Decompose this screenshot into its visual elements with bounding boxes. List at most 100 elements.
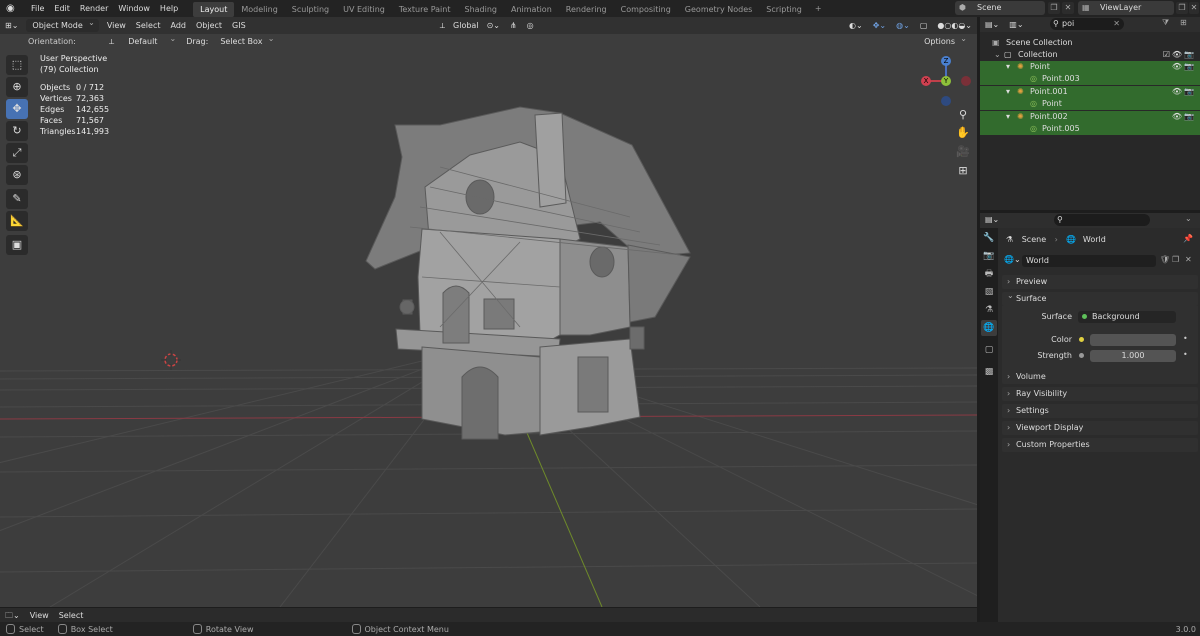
delete-scene-button[interactable]: ✕ bbox=[1062, 2, 1074, 14]
viewport-menu-view[interactable]: View bbox=[102, 17, 131, 34]
outliner-row-point-002[interactable]: ▾ ✺ Point.002 👁 📷 bbox=[980, 111, 1200, 123]
footer-view-menu[interactable]: View bbox=[25, 607, 54, 624]
tab-modeling[interactable]: Modeling bbox=[234, 2, 284, 17]
scale-icon[interactable]: ⤢ bbox=[6, 143, 28, 163]
panel-volume[interactable]: Volume bbox=[1002, 370, 1198, 384]
unlink-icon[interactable]: ✕ bbox=[1185, 255, 1192, 264]
camera-view-icon[interactable]: 🎥 bbox=[955, 144, 971, 160]
new-view-layer-button[interactable]: ❐ bbox=[1176, 2, 1188, 14]
eye-icon[interactable]: 👁 bbox=[1172, 49, 1182, 61]
world-datablock-icon[interactable]: 🌐⌄ bbox=[1004, 255, 1021, 264]
perspective-grid-icon[interactable]: ⊞ bbox=[955, 163, 971, 179]
clear-search-icon[interactable]: ✕ bbox=[1113, 18, 1120, 30]
tab-compositing[interactable]: Compositing bbox=[614, 2, 678, 17]
color-swatch[interactable] bbox=[1090, 334, 1176, 346]
expand-icon[interactable]: ▾ bbox=[1006, 61, 1010, 73]
tab-geometry-nodes[interactable]: Geometry Nodes bbox=[678, 2, 759, 17]
zoom-icon[interactable]: ⚲ bbox=[955, 107, 971, 123]
tab-layout[interactable]: Layout bbox=[193, 1, 235, 17]
snap-icon[interactable]: ⋔ bbox=[505, 17, 522, 34]
panel-viewport-display[interactable]: Viewport Display bbox=[1002, 421, 1198, 435]
fake-user-icon[interactable]: 🛡 bbox=[1160, 255, 1170, 264]
menu-file[interactable]: File bbox=[26, 0, 49, 17]
tab-animation[interactable]: Animation bbox=[504, 2, 559, 17]
overlays-icon[interactable]: ◍⌄ bbox=[891, 17, 915, 34]
outliner-row-collection[interactable]: ⌄ ▢ Collection ☑ 👁 📷 bbox=[980, 49, 1200, 61]
outliner-search-input[interactable]: ⚲ poi ✕ bbox=[1050, 18, 1124, 30]
measure-icon[interactable]: 📐 bbox=[6, 211, 28, 231]
navigation-gizmo[interactable]: Z X Y bbox=[914, 53, 974, 113]
checkbox-icon[interactable]: ☑ bbox=[1163, 49, 1170, 61]
footer-select-menu[interactable]: Select bbox=[54, 607, 89, 624]
strength-field[interactable]: 1.000 bbox=[1090, 350, 1176, 362]
outliner-editor-icon[interactable]: ▤⌄ bbox=[980, 16, 1004, 33]
new-collection-icon[interactable]: ⊞ bbox=[1180, 18, 1187, 27]
pin-icon[interactable]: 📌 bbox=[1183, 234, 1193, 243]
panel-preview[interactable]: Preview bbox=[1002, 275, 1198, 289]
gizmo-z-axis[interactable]: Z bbox=[941, 56, 951, 66]
view-layer-selector[interactable]: ▦ ViewLayer bbox=[1078, 1, 1174, 15]
tab-sculpting[interactable]: Sculpting bbox=[285, 2, 336, 17]
gizmo-neg-x-axis[interactable] bbox=[961, 76, 971, 86]
blender-logo-icon[interactable]: ◉ bbox=[6, 3, 20, 15]
gizmo-x-axis[interactable]: X bbox=[921, 76, 931, 86]
viewport-menu-gis[interactable]: GIS bbox=[227, 17, 251, 34]
expand-icon[interactable]: ▾ bbox=[1006, 111, 1010, 123]
tab-shading[interactable]: Shading bbox=[457, 2, 504, 17]
mode-selector[interactable]: Object Mode bbox=[26, 17, 99, 32]
render-tab-icon[interactable]: 📷 bbox=[981, 248, 997, 264]
panel-custom-properties[interactable]: Custom Properties bbox=[1002, 438, 1198, 452]
scene-tab-icon[interactable]: ⚗ bbox=[981, 302, 997, 318]
outliner-row-point-001[interactable]: ▾ ✺ Point.001 👁 📷 bbox=[980, 86, 1200, 98]
scene-selector[interactable]: ⬢ Scene bbox=[955, 1, 1045, 15]
new-scene-button[interactable]: ❐ bbox=[1048, 2, 1060, 14]
tab-scripting[interactable]: Scripting bbox=[759, 2, 809, 17]
duplicate-icon[interactable]: ❐ bbox=[1172, 255, 1179, 264]
pan-hand-icon[interactable]: ✋ bbox=[955, 125, 971, 141]
display-mode-icon[interactable]: ▥⌄ bbox=[1004, 16, 1028, 33]
shading-solid-icon[interactable]: ●○◐◒⌄ bbox=[932, 17, 977, 34]
add-cube-icon[interactable]: ▣ bbox=[6, 235, 28, 255]
menu-help[interactable]: Help bbox=[155, 0, 183, 17]
menu-edit[interactable]: Edit bbox=[49, 0, 75, 17]
tab-uv-editing[interactable]: UV Editing bbox=[336, 2, 392, 17]
eye-icon[interactable]: 👁 bbox=[1172, 61, 1182, 73]
strength-keyframe-icon[interactable]: • bbox=[1183, 350, 1188, 359]
surface-shader-field[interactable]: Background bbox=[1078, 311, 1176, 323]
pivot-point-icon[interactable]: ⊙⌄ bbox=[482, 17, 505, 34]
gizmo-toggle-icon[interactable]: ✥⌄ bbox=[868, 17, 891, 34]
outliner-row-scene-collection[interactable]: ▣ Scene Collection bbox=[980, 37, 1200, 49]
transform-icon[interactable]: ⊛ bbox=[6, 165, 28, 185]
world-tab-icon[interactable]: 🌐 bbox=[981, 320, 997, 336]
xray-icon[interactable]: ▢ bbox=[915, 17, 933, 34]
properties-search-input[interactable]: ⚲ bbox=[1054, 214, 1150, 226]
eye-icon[interactable]: 👁 bbox=[1172, 86, 1182, 98]
rotate-icon[interactable]: ↻ bbox=[6, 121, 28, 141]
options-button[interactable]: Options bbox=[918, 32, 971, 48]
texture-tab-icon[interactable]: ▩ bbox=[981, 364, 997, 380]
camera-icon[interactable]: 📷 bbox=[1184, 49, 1194, 61]
footer-editor-icon[interactable]: 🗀⌄ bbox=[0, 607, 25, 624]
tab-texture-paint[interactable]: Texture Paint bbox=[392, 2, 458, 17]
outliner-row-point-data[interactable]: ◎ Point bbox=[980, 98, 1200, 110]
panel-surface[interactable]: Surface bbox=[1002, 289, 1198, 306]
tool-tab-icon[interactable]: 🔧 bbox=[981, 230, 997, 246]
eye-icon[interactable]: 👁 bbox=[1172, 111, 1182, 123]
gizmo-y-axis[interactable]: Y bbox=[941, 76, 951, 86]
collection-tab-icon[interactable]: ▢ bbox=[981, 342, 997, 358]
menu-window[interactable]: Window bbox=[113, 0, 155, 17]
view-layer-tab-icon[interactable]: ▧ bbox=[981, 284, 997, 300]
move-icon[interactable]: ✥ bbox=[6, 99, 28, 119]
select-box-icon[interactable]: ⬚ bbox=[6, 55, 28, 75]
add-workspace-button[interactable]: + bbox=[809, 4, 828, 13]
filter-icon[interactable]: ⧩ bbox=[1162, 18, 1169, 28]
color-keyframe-icon[interactable]: • bbox=[1183, 334, 1188, 343]
properties-editor-icon[interactable]: ▤⌄ bbox=[985, 215, 999, 224]
breadcrumb-world[interactable]: World bbox=[1083, 235, 1106, 244]
outliner-row-point-data[interactable]: ◎ Point.003 bbox=[980, 73, 1200, 85]
world-name-field[interactable]: World bbox=[1022, 255, 1156, 267]
camera-icon[interactable]: 📷 bbox=[1184, 61, 1194, 73]
drag-selector[interactable]: Select Box bbox=[214, 32, 278, 48]
proportional-edit-icon[interactable]: ◎ bbox=[522, 17, 539, 34]
3d-viewport[interactable]: ⊞⌄ Object Mode View Select Add Object GI… bbox=[0, 17, 977, 607]
